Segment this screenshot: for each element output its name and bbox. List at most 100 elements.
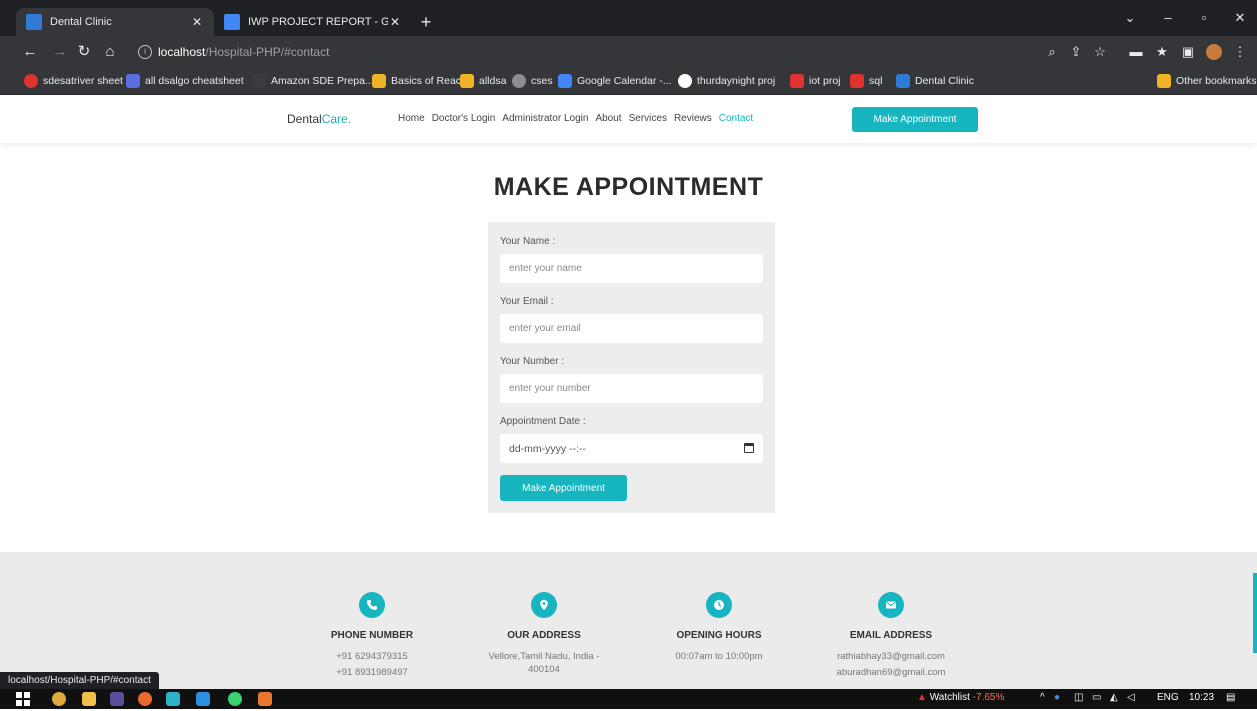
tray-chevron-icon[interactable]: ^ (1040, 692, 1045, 703)
tab-title: IWP PROJECT REPORT - Google D (248, 16, 388, 28)
make-appointment-nav-button[interactable]: Make Appointment (852, 107, 978, 132)
bookmark-favicon-icon (460, 74, 474, 88)
email-input[interactable] (500, 314, 763, 343)
bookmark-label: iot proj (809, 75, 841, 87)
bookmark-item[interactable]: all dsalgo cheatsheet (126, 73, 244, 89)
whatsapp-app-icon[interactable] (228, 692, 242, 706)
bookmark-star-icon[interactable]: ☆ (1092, 44, 1108, 60)
vscode-app-icon[interactable] (196, 692, 210, 706)
make-appointment-submit-button[interactable]: Make Appointment (500, 475, 627, 501)
dev-tool-app-icon[interactable] (166, 692, 180, 706)
nav-administrator-login[interactable]: Administrator Login (502, 113, 588, 124)
firefox-app-icon[interactable] (138, 692, 152, 706)
browser-toolbar: ← → ↻ ⌂ i localhost /Hospital-PHP/#conta… (0, 36, 1257, 68)
tab-search-icon[interactable]: ⌄ (1110, 6, 1150, 30)
date-value: dd-mm-yyyy --:-- (509, 442, 586, 455)
extension-icon[interactable]: ▬ (1128, 44, 1144, 60)
notification-icon[interactable]: ▤ (1226, 692, 1235, 703)
clock-time[interactable]: 10:23 (1189, 692, 1214, 703)
name-label: Your Name : (500, 236, 556, 247)
map-pin-icon (531, 592, 557, 618)
bookmark-item[interactable]: Google Calendar -... (558, 73, 672, 89)
bookmark-item[interactable]: thurdaynight proj (678, 73, 775, 89)
maximize-icon[interactable]: ▫ (1184, 6, 1224, 30)
watchlist-widget[interactable]: ▲ Watchlist -7.65% (917, 692, 1004, 703)
bookmark-item[interactable]: sdesatriver sheet (24, 73, 123, 89)
share-icon[interactable]: ⇪ (1068, 44, 1084, 60)
tab-iwp-project-report[interactable]: IWP PROJECT REPORT - Google D ✕ (214, 8, 412, 36)
calendar-icon[interactable] (744, 443, 754, 453)
battery-icon[interactable]: ▭ (1092, 692, 1101, 703)
address-path: /Hospital-PHP/#contact (205, 45, 330, 59)
bookmark-item[interactable]: sql (850, 73, 882, 89)
new-tab-icon[interactable]: + (416, 12, 436, 32)
bookmark-item[interactable]: cses (512, 73, 553, 89)
bookmark-item[interactable]: Amazon SDE Prepa... (252, 73, 374, 89)
email-title: EMAIL ADDRESS (849, 630, 933, 641)
bookmark-favicon-icon (850, 74, 864, 88)
windows-start-icon[interactable] (16, 692, 30, 706)
tab-dental-clinic[interactable]: Dental Clinic ✕ (16, 8, 214, 36)
nav-doctors-login[interactable]: Doctor's Login (432, 113, 496, 124)
wifi-icon[interactable]: ◭ (1110, 692, 1118, 703)
watchlist-label: Watchlist (929, 692, 970, 703)
close-tab-icon[interactable]: ✕ (190, 15, 204, 29)
status-bar-url: localhost/Hospital-PHP/#contact (0, 672, 159, 690)
site-info-icon[interactable]: i (138, 45, 152, 59)
forward-icon[interactable]: → (50, 42, 70, 62)
minimize-icon[interactable]: – (1148, 6, 1188, 30)
footer-hours: OPENING HOURS 00:07am to 10:00pm (634, 592, 804, 663)
bookmark-item[interactable]: Dental Clinic (896, 73, 974, 89)
home-icon[interactable]: ⌂ (100, 42, 120, 62)
side-panel-icon[interactable]: ▣ (1180, 44, 1196, 60)
footer-address: OUR ADDRESS Vellore,Tamil Nadu, India - … (459, 592, 629, 675)
back-icon[interactable]: ← (20, 42, 40, 62)
appointment-form: Your Name : Your Email : Your Number : A… (488, 222, 775, 513)
address-title: OUR ADDRESS (507, 630, 581, 641)
envelope-icon (878, 592, 904, 618)
bookmark-item[interactable]: Basics of React (372, 73, 464, 89)
bookmark-item[interactable]: alldsa (460, 73, 506, 89)
address-bar[interactable]: i localhost /Hospital-PHP/#contact (130, 41, 1030, 63)
google-docs-favicon-icon (224, 14, 240, 30)
nav-home[interactable]: Home (398, 113, 425, 124)
zoom-icon[interactable]: ⌕ (1044, 44, 1060, 60)
page-scrollbar[interactable] (1253, 573, 1257, 653)
footer-email: EMAIL ADDRESS rathiabhay33@gmail.com abu… (806, 592, 976, 678)
date-label: Appointment Date : (500, 416, 586, 427)
reload-icon[interactable]: ↻ (74, 42, 94, 62)
bookmark-item[interactable]: iot proj (790, 73, 841, 89)
clock-icon (706, 592, 732, 618)
file-explorer-icon[interactable] (82, 692, 96, 706)
nav-reviews[interactable]: Reviews (674, 113, 712, 124)
number-input[interactable] (500, 374, 763, 403)
bookmark-favicon-icon (678, 74, 692, 88)
chrome-app-icon[interactable] (52, 692, 66, 706)
site-logo[interactable]: DentalCare. (287, 112, 351, 126)
profile-avatar-icon[interactable] (1206, 44, 1222, 60)
volume-icon[interactable]: ◁ (1127, 692, 1135, 703)
close-tab-icon[interactable]: ✕ (388, 15, 402, 29)
bluetooth-icon[interactable]: ● (1054, 692, 1060, 703)
bookmark-label: alldsa (479, 75, 507, 87)
terminal-app-icon[interactable] (110, 692, 124, 706)
phone-icon (359, 592, 385, 618)
menu-kebab-icon[interactable]: ⋮ (1232, 44, 1248, 60)
email-line-1: rathiabhay33@gmail.com (837, 651, 945, 662)
name-input[interactable] (500, 254, 763, 283)
nav-contact[interactable]: Contact (719, 113, 753, 124)
close-window-icon[interactable]: ✕ (1220, 6, 1257, 30)
extensions-puzzle-icon[interactable]: ★ (1154, 44, 1170, 60)
language-indicator[interactable]: ENG (1157, 692, 1179, 703)
bookmark-label: cses (531, 75, 553, 87)
bookmark-label: Basics of React (391, 75, 464, 87)
appointment-date-input[interactable]: dd-mm-yyyy --:-- (500, 434, 763, 463)
nav-services[interactable]: Services (629, 113, 667, 124)
address-line-1: Vellore,Tamil Nadu, India - (488, 651, 600, 662)
network-icon[interactable]: ◫ (1074, 692, 1083, 703)
xampp-app-icon[interactable] (258, 692, 272, 706)
nav-about[interactable]: About (595, 113, 621, 124)
bookmark-favicon-icon (252, 74, 266, 88)
other-bookmarks[interactable]: Other bookmarks (1157, 73, 1257, 89)
phone-line-1: +91 6294379315 (336, 651, 408, 662)
